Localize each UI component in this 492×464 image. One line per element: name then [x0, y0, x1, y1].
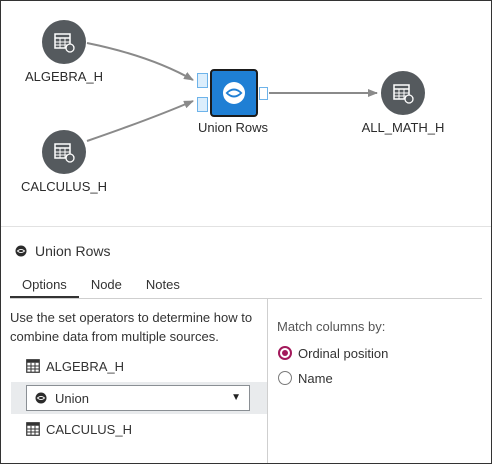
radio-name[interactable]: Name [278, 369, 333, 387]
radio-button-unchecked[interactable] [278, 371, 292, 385]
source-label-algebra-h: ALGEBRA_H [46, 358, 125, 374]
column-divider [267, 299, 268, 463]
pane-title-text: Union Rows [35, 243, 111, 259]
node-label-calculus-h: CALCULUS_H [21, 179, 107, 194]
flow-canvas[interactable]: ALGEBRA_H CALCULUS_H Union Rows ALL_MATH… [1, 1, 491, 226]
table-icon [26, 422, 40, 436]
app-window: ALGEBRA_H CALCULUS_H Union Rows ALL_MATH… [0, 0, 492, 464]
pane-title: Union Rows [15, 241, 110, 261]
radio-ordinal-position[interactable]: Ordinal position [278, 344, 388, 362]
input-port-1[interactable] [197, 73, 208, 88]
radio-button-checked[interactable] [278, 346, 292, 360]
node-label-all-math-h: ALL_MATH_H [361, 120, 445, 135]
edge-calculus-to-union [86, 100, 194, 142]
node-union-rows[interactable] [210, 69, 258, 117]
pane-tabs: Options Node Notes [10, 271, 192, 298]
radio-label-ordinal-position: Ordinal position [298, 345, 389, 361]
tab-options[interactable]: Options [10, 271, 79, 298]
union-icon [35, 392, 47, 404]
source-row-calculus-h: CALCULUS_H [26, 419, 132, 439]
union-icon [223, 82, 245, 104]
union-icon [15, 245, 27, 257]
tab-notes[interactable]: Notes [134, 271, 192, 298]
node-algebra-h[interactable] [42, 20, 86, 64]
node-label-algebra-h: ALGEBRA_H [24, 69, 104, 84]
table-icon [54, 33, 75, 53]
source-row-algebra-h: ALGEBRA_H [26, 356, 124, 376]
match-columns-label: Match columns by: [277, 319, 386, 334]
node-calculus-h[interactable] [42, 130, 86, 174]
radio-label-name: Name [298, 370, 333, 386]
tab-node[interactable]: Node [79, 271, 134, 298]
node-label-union-rows: Union Rows [197, 120, 269, 135]
set-operator-select[interactable]: Union ▼ [26, 385, 250, 411]
canvas-divider [1, 226, 491, 227]
options-description: Use the set operators to determine how t… [10, 310, 253, 344]
input-port-2[interactable] [197, 97, 208, 112]
caret-down-icon: ▼ [231, 392, 241, 403]
set-operator-value: Union [55, 390, 89, 406]
source-label-calculus-h: CALCULUS_H [46, 421, 132, 437]
table-icon [54, 143, 75, 163]
node-all-math-h[interactable] [381, 71, 425, 115]
output-port[interactable] [259, 87, 268, 100]
table-icon [393, 84, 414, 104]
table-icon [26, 359, 40, 373]
